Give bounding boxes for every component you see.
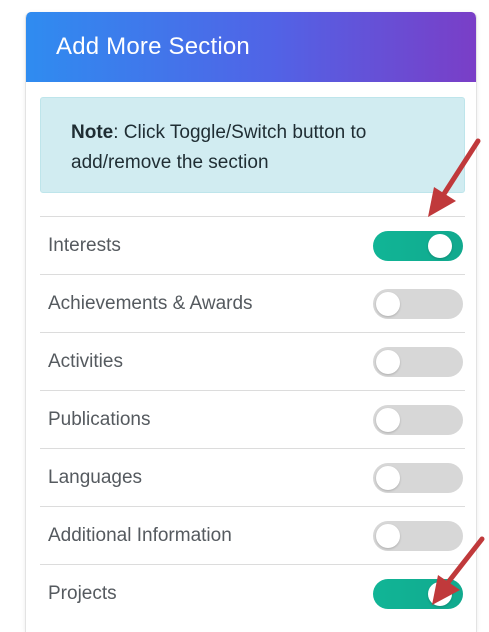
achievements-awards-toggle[interactable]	[373, 288, 463, 319]
panel-title: Add More Section	[56, 33, 250, 60]
note-text: : Click Toggle/Switch button to add/remo…	[71, 122, 367, 173]
toggle-knob	[376, 291, 400, 316]
toggle-knob	[376, 407, 400, 432]
section-label: Achievements & Awards	[48, 292, 253, 314]
languages-toggle[interactable]	[373, 462, 463, 493]
section-toggle-list: Interests Achievements & Awards Activiti…	[40, 216, 465, 622]
toggle-knob	[376, 523, 400, 548]
section-label: Languages	[48, 466, 143, 488]
section-row-publications: Publications	[40, 390, 465, 448]
activities-toggle[interactable]	[373, 346, 463, 377]
toggle-knob	[376, 465, 400, 490]
section-label: Additional Information	[48, 524, 232, 546]
toggle-knob	[428, 581, 452, 606]
section-row-achievements-awards: Achievements & Awards	[40, 274, 465, 332]
section-label: Projects	[48, 582, 117, 604]
section-label: Interests	[48, 234, 121, 256]
toggle-knob	[376, 349, 400, 374]
section-row-interests: Interests	[40, 216, 465, 274]
section-label: Publications	[48, 408, 151, 430]
panel-header: Add More Section	[26, 12, 476, 82]
section-label: Activities	[48, 350, 123, 372]
add-more-section-panel: Add More Section Note: Click Toggle/Swit…	[25, 12, 477, 632]
section-row-additional-information: Additional Information	[40, 506, 465, 564]
section-row-projects: Projects	[40, 564, 465, 622]
publications-toggle[interactable]	[373, 404, 463, 435]
note-box: Note: Click Toggle/Switch button to add/…	[40, 97, 465, 193]
note-prefix: Note	[71, 122, 114, 143]
additional-information-toggle[interactable]	[373, 520, 463, 551]
section-row-languages: Languages	[40, 448, 465, 506]
interests-toggle[interactable]	[373, 230, 463, 261]
section-row-activities: Activities	[40, 332, 465, 390]
projects-toggle[interactable]	[373, 578, 463, 609]
toggle-knob	[428, 233, 452, 258]
